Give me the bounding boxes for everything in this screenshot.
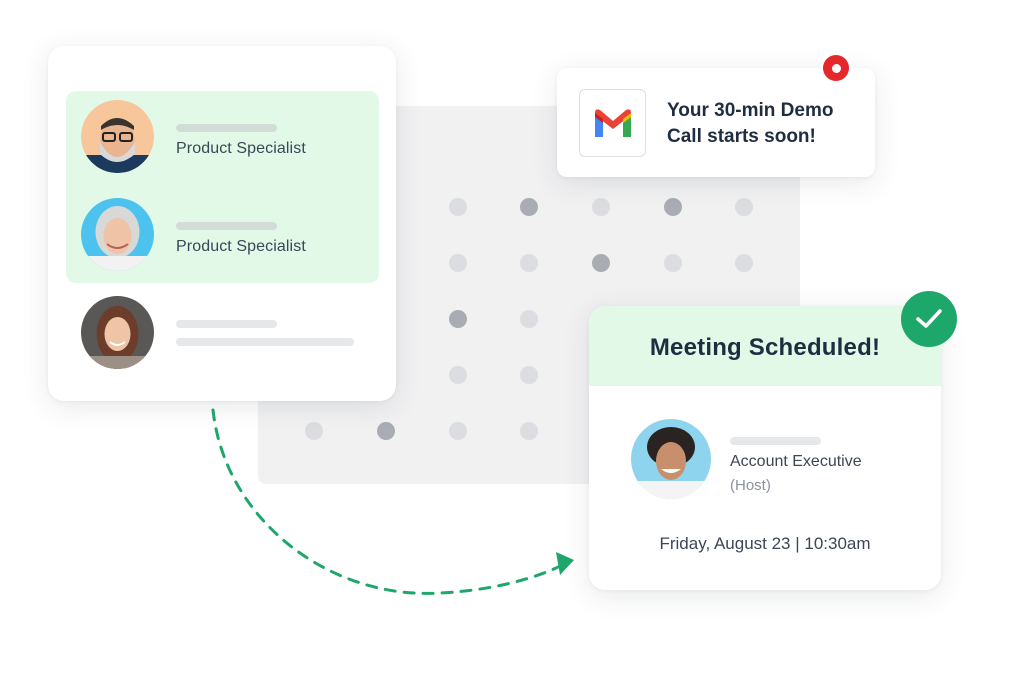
member-name-placeholder [176, 320, 277, 328]
member-role: Product Specialist [176, 238, 306, 255]
notification-message: Your 30-min Demo Call starts soon! [667, 100, 834, 147]
member-role-placeholder [176, 338, 354, 346]
host-avatar[interactable] [631, 419, 711, 499]
woman-brown-hair-avatar[interactable] [81, 296, 154, 369]
team-card: Product Specialist Product Specialist [48, 46, 396, 401]
check-icon [901, 291, 957, 347]
gmail-icon [579, 89, 646, 157]
meeting-title: Meeting Scheduled! [649, 334, 881, 361]
member-role: Product Specialist [176, 140, 306, 157]
arrow-head-icon [556, 552, 574, 575]
host-role: Account Executive [730, 453, 862, 470]
member-name-placeholder [176, 124, 277, 132]
host-tag: (Host) [730, 477, 771, 494]
woman-grey-hair-avatar[interactable] [81, 198, 154, 271]
notification-alert-icon [820, 52, 852, 84]
meeting-scheduled-card: Meeting Scheduled! Account Executive (Ho… [589, 306, 941, 590]
email-notification-card[interactable]: Your 30-min Demo Call starts soon! [557, 68, 875, 177]
host-name-placeholder [730, 437, 821, 445]
meeting-datetime: Friday, August 23 | 10:30am [659, 534, 871, 553]
member-name-placeholder [176, 222, 277, 230]
man-glasses-beard-avatar[interactable] [81, 100, 154, 173]
